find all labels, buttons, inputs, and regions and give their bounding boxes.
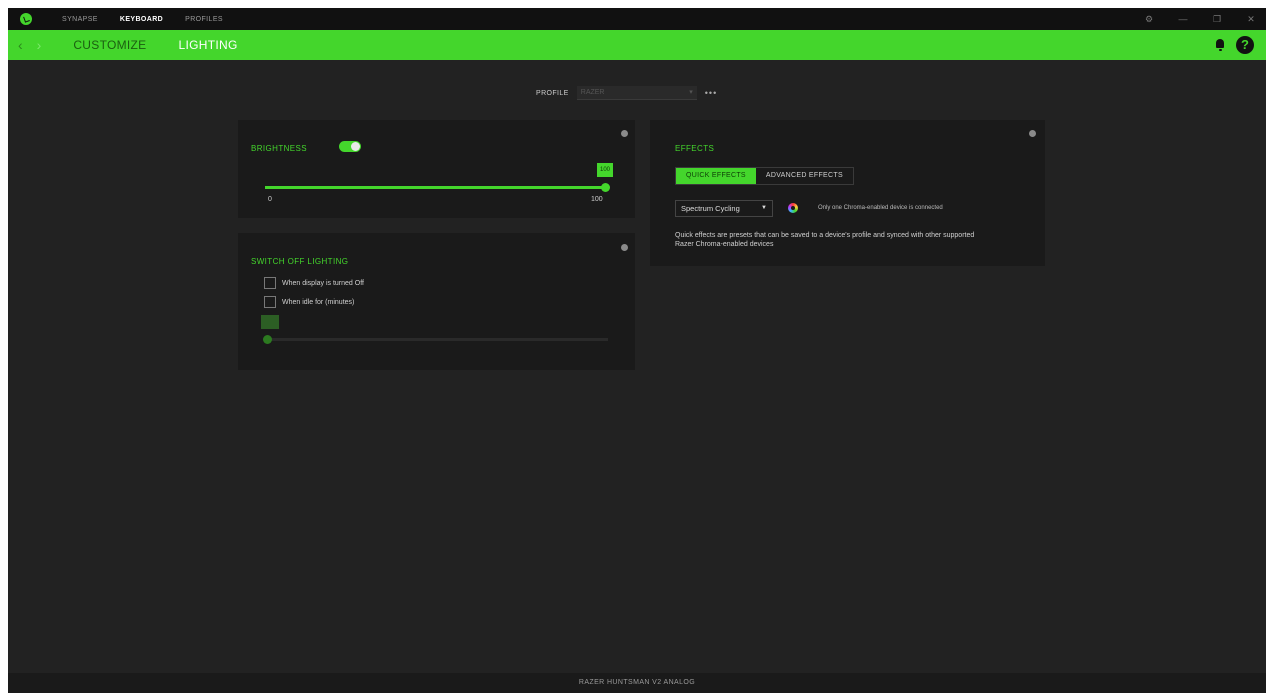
bell-icon[interactable]	[1216, 39, 1224, 51]
idle-checkbox[interactable]	[264, 296, 276, 308]
tab-lighting[interactable]: LIGHTING	[179, 38, 238, 52]
top-tabs: SYNAPSE KEYBOARD PROFILES	[62, 16, 223, 23]
brightness-card: BRIGHTNESS 100 0 100	[238, 120, 635, 218]
minimize-icon[interactable]: —	[1178, 14, 1188, 24]
brightness-value-box[interactable]: 100	[597, 163, 613, 177]
tab-profiles[interactable]: PROFILES	[185, 16, 223, 23]
tab-customize[interactable]: CUSTOMIZE	[73, 38, 146, 52]
window-controls: ⚙ — ❐ ✕	[1144, 8, 1256, 30]
brightness-slider-thumb[interactable]	[601, 183, 610, 192]
brightness-min-label: 0	[268, 196, 272, 203]
tab-quick-effects[interactable]: QUICK EFFECTS	[676, 168, 756, 184]
profile-row: PROFILE RAZER ▾ •••	[536, 86, 717, 100]
switch-off-lighting-title: SWITCH OFF LIGHTING	[251, 257, 349, 266]
settings-icon[interactable]: ⚙	[1144, 14, 1154, 25]
idle-label: When idle for (minutes)	[282, 298, 355, 306]
more-options-button[interactable]: •••	[705, 88, 717, 98]
nav-bar: ‹ › CUSTOMIZE LIGHTING ?	[8, 30, 1266, 60]
display-off-checkbox[interactable]	[264, 277, 276, 289]
effect-dropdown[interactable]: Spectrum Cycling ▼	[675, 200, 773, 217]
idle-slider-track[interactable]	[265, 338, 608, 341]
profile-label: PROFILE	[536, 89, 569, 97]
maximize-icon[interactable]: ❐	[1212, 14, 1222, 25]
close-icon[interactable]: ✕	[1246, 14, 1256, 25]
brightness-slider-fill	[265, 186, 605, 189]
back-arrow-icon[interactable]: ‹	[18, 38, 23, 52]
quick-effects-description: Quick effects are presets that can be sa…	[675, 232, 975, 248]
info-icon[interactable]	[621, 130, 628, 137]
brightness-title: BRIGHTNESS	[251, 144, 308, 153]
chevron-down-icon: ▾	[689, 89, 693, 96]
brightness-toggle[interactable]	[339, 141, 361, 152]
tab-synapse[interactable]: SYNAPSE	[62, 16, 98, 23]
profile-selected-value: RAZER	[580, 89, 605, 96]
switch-off-lighting-card: SWITCH OFF LIGHTING When display is turn…	[238, 233, 635, 370]
idle-slider-thumb[interactable]	[263, 335, 272, 344]
idle-option[interactable]: When idle for (minutes)	[264, 296, 354, 308]
razer-logo-icon	[20, 13, 32, 25]
idle-minutes-input[interactable]	[261, 315, 279, 329]
status-bar: RAZER HUNTSMAN V2 ANALOG	[8, 673, 1266, 693]
effects-tabs: QUICK EFFECTS ADVANCED EFFECTS	[675, 167, 854, 185]
synapse-window: SYNAPSE KEYBOARD PROFILES ⚙ — ❐ ✕ ‹ › CU…	[8, 8, 1266, 693]
info-icon[interactable]	[1029, 130, 1036, 137]
brightness-max-label: 100	[591, 196, 603, 203]
chevron-down-icon: ▼	[761, 205, 767, 211]
display-off-option[interactable]: When display is turned Off	[264, 277, 364, 289]
toggle-knob	[351, 142, 360, 151]
profile-dropdown[interactable]: RAZER ▾	[576, 86, 697, 100]
chroma-icon	[788, 203, 798, 213]
brightness-slider-track[interactable]	[265, 186, 605, 189]
nav-arrows: ‹ ›	[18, 38, 41, 52]
display-off-label: When display is turned Off	[282, 279, 364, 287]
effects-title: EFFECTS	[675, 144, 715, 153]
title-bar: SYNAPSE KEYBOARD PROFILES ⚙ — ❐ ✕	[8, 8, 1266, 30]
effect-selected-value: Spectrum Cycling	[681, 204, 740, 213]
tab-advanced-effects[interactable]: ADVANCED EFFECTS	[756, 168, 853, 184]
forward-arrow-icon[interactable]: ›	[37, 38, 42, 52]
tab-keyboard[interactable]: KEYBOARD	[120, 16, 163, 23]
info-icon[interactable]	[621, 244, 628, 251]
help-icon[interactable]: ?	[1236, 36, 1254, 54]
effects-card: EFFECTS QUICK EFFECTS ADVANCED EFFECTS S…	[650, 120, 1045, 266]
chroma-device-note: Only one Chroma-enabled device is connec…	[818, 205, 943, 211]
